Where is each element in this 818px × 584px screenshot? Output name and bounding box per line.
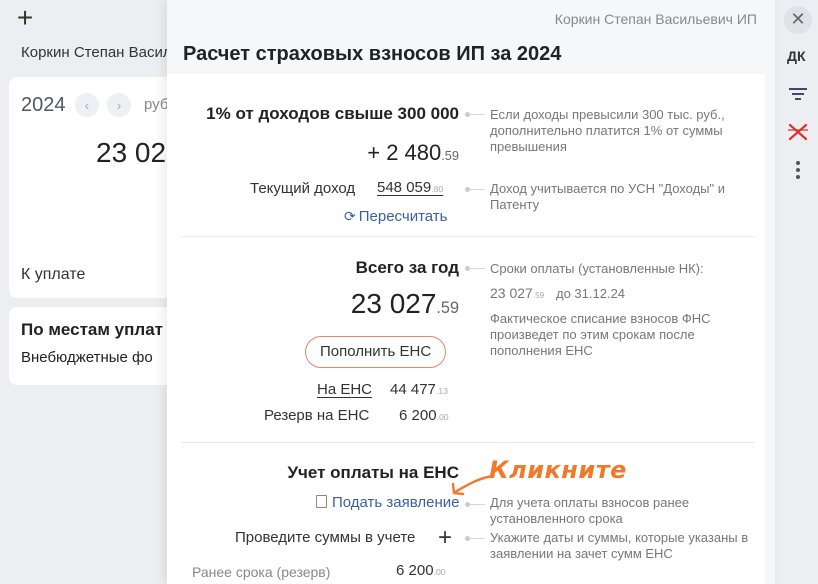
panel-title: Расчет страховых взносов ИП за 2024 <box>183 43 562 65</box>
income-note: Доход учитывается по УСН "Доходы" и Пате… <box>490 181 726 212</box>
places-title: По местам уплат <box>21 320 163 339</box>
filter-icon[interactable] <box>786 85 810 107</box>
refresh-icon: ⟳ <box>344 208 356 224</box>
currency-label: руб <box>144 96 169 113</box>
next-year-button[interactable]: › <box>107 93 131 117</box>
ens-label-link[interactable]: На ЕНС <box>317 381 372 398</box>
total-heading: Всего за год <box>355 258 459 277</box>
extra-note: Если доходы превысили 300 тыс. руб., доп… <box>490 107 725 154</box>
post-note: Укажите даты и суммы, которые указаны в … <box>490 530 749 561</box>
post-label: Проведите суммы в учете <box>235 529 416 546</box>
cross-red-icon[interactable] <box>786 122 810 144</box>
user-initials[interactable]: ДК <box>787 48 806 64</box>
close-icon: ✕ <box>790 9 806 29</box>
early-amount: 6 200.00 <box>396 562 446 579</box>
early-label: Ранее срока (резерв) <box>192 564 331 580</box>
deadline-amount: 23 027.59 до 31.12.24 <box>490 285 626 301</box>
funds-label: Внебюджетные фо <box>21 349 153 366</box>
recalc-link[interactable]: ⟳ Пересчитать <box>344 208 447 225</box>
click-callout: Кликните <box>489 456 627 484</box>
to-pay-label: К уплате <box>21 266 86 283</box>
topup-ens-button[interactable]: Пополнить ЕНС <box>305 336 447 368</box>
close-button[interactable]: ✕ <box>784 6 812 34</box>
insurance-panel: Коркин Степан Васильевич ИП Расчет страх… <box>167 0 775 584</box>
apply-note: Для учета оплаты взносов ранее установле… <box>490 495 690 526</box>
document-icon <box>316 495 327 508</box>
add-button[interactable]: + <box>10 4 40 34</box>
add-posting-button[interactable]: + <box>433 524 457 551</box>
summary-amount: 23 02 <box>96 137 167 168</box>
reserve-amount: 6 200.00 <box>399 407 449 424</box>
panel-content: 1% от доходов свыше 300 000 Если доходы … <box>167 74 765 584</box>
year-label: 2024 <box>21 94 66 116</box>
ens-amount: 44 477.13 <box>390 381 448 398</box>
deadline-title: Сроки оплаты (установленные НК): <box>490 261 704 276</box>
more-vertical-icon[interactable] <box>786 160 810 182</box>
extra-heading: 1% от доходов свыше 300 000 <box>206 104 459 123</box>
prev-year-button[interactable]: ‹ <box>75 93 99 117</box>
plus-icon: + <box>437 524 452 551</box>
income-label: Текущий доход <box>250 180 356 197</box>
panel-owner: Коркин Степан Васильевич ИП <box>554 11 757 27</box>
accounting-heading: Учет оплаты на ЕНС <box>287 463 459 482</box>
apply-link[interactable]: Подать заявление <box>316 494 459 511</box>
income-amount-link[interactable]: 548 059.80 <box>377 179 443 196</box>
total-amount: 23 027.59 <box>350 288 459 319</box>
user-name: Коркин Степан Васил <box>21 44 172 61</box>
deadline-note: Фактическое списание взносов ФНС произве… <box>490 311 711 358</box>
extra-amount: + 2 480.59 <box>367 140 459 165</box>
reserve-label: Резерв на ЕНС <box>264 407 370 424</box>
